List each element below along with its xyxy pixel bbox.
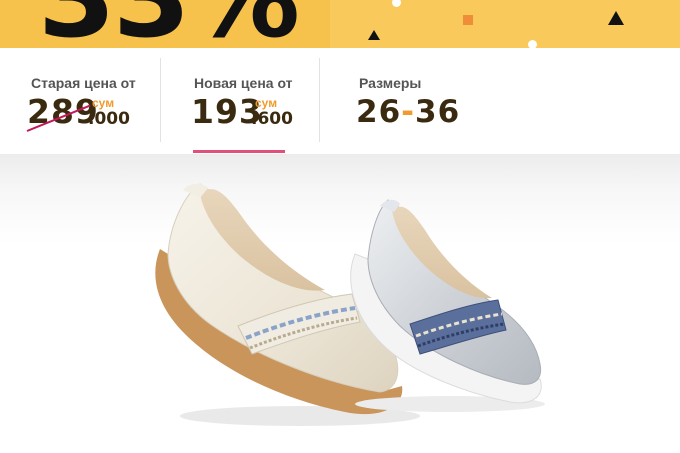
old-price-cents: .000 [88, 109, 130, 129]
square-decoration-icon [463, 15, 473, 25]
new-price-label: Новая цена от [194, 75, 293, 91]
discount-percent: 33% [38, 0, 300, 48]
size-separator: - [401, 94, 416, 130]
banner-shade [330, 0, 680, 48]
old-price-currency: сум [92, 96, 115, 110]
promo-banner: 33% [0, 0, 680, 48]
triangle-decoration-icon [368, 30, 380, 40]
triangle-decoration-icon [608, 11, 624, 25]
old-price-label: Старая цена от [31, 75, 136, 91]
size-to: 36 [415, 94, 461, 130]
product-image-area [0, 154, 680, 453]
sizes-label: Размеры [359, 75, 422, 91]
sizes-block: Размеры 26-36 [320, 48, 520, 154]
size-from: 26 [356, 94, 402, 130]
dot-decoration-icon [528, 40, 537, 48]
active-underline [193, 150, 285, 153]
new-price-cents: .600 [251, 109, 293, 129]
new-price-block: Новая цена от 193 сум .600 [161, 48, 319, 154]
price-info-bar: Старая цена от 289 сум .000 Новая цена о… [0, 48, 680, 154]
old-price-block: Старая цена от 289 сум .000 [0, 48, 160, 154]
product-illustration [155, 183, 545, 426]
sizes-range: 26-36 [356, 94, 460, 130]
new-price-currency: сум [255, 96, 278, 110]
